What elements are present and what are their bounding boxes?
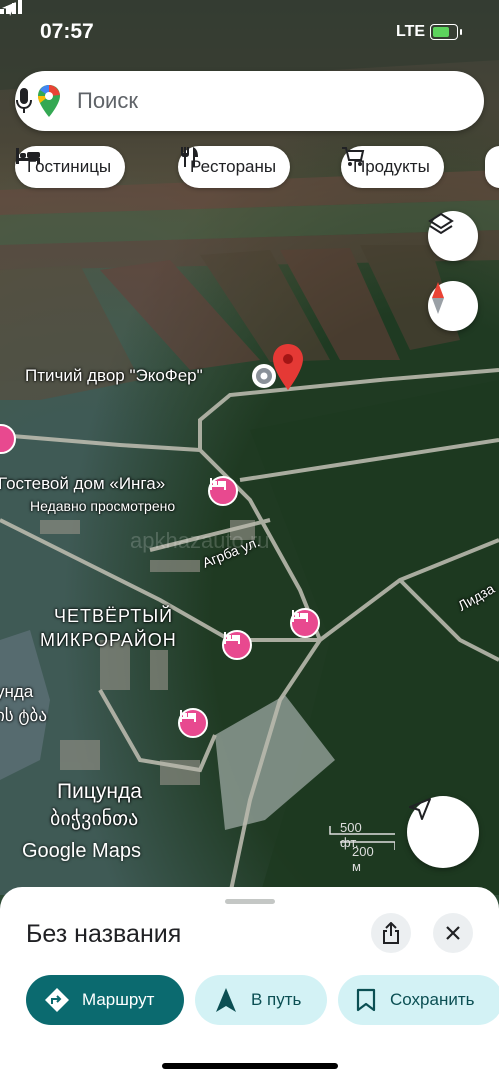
search-bar[interactable]: Поиск (15, 71, 484, 131)
bed-icon (292, 610, 308, 622)
hotel-marker[interactable] (290, 608, 320, 638)
selected-pin-icon (273, 344, 303, 390)
signal-icon (0, 0, 22, 14)
my-location-button[interactable] (407, 796, 479, 868)
battery-icon (430, 24, 462, 40)
search-input[interactable]: Поиск (77, 88, 138, 114)
scale-meters: 200 м (352, 844, 374, 874)
guest-house-label[interactable]: Гостевой дом «Инга» (0, 474, 165, 494)
satellite-map[interactable]: 07:57 LTE Поиск Гостиницы Рестораны Прод… (0, 0, 499, 895)
network-label: LTE (396, 23, 426, 40)
directions-label: Маршрут (82, 990, 155, 1009)
home-indicator[interactable] (162, 1063, 338, 1069)
place-title: Без названия (26, 920, 182, 948)
layers-button[interactable] (428, 211, 478, 261)
microphone-icon[interactable] (15, 87, 33, 115)
town-label-georgian: ბიჭვინთა (50, 808, 139, 830)
close-icon (446, 926, 460, 940)
directions-button[interactable]: Маршрут (26, 975, 184, 1025)
status-bar: 07:57 LTE (0, 0, 499, 60)
location-arrow-icon (409, 798, 431, 820)
save-button[interactable]: Сохранить (338, 975, 499, 1025)
place-label-cropped: унда (0, 682, 34, 701)
district-label: ЧЕТВЁРТЫЙ (54, 606, 174, 626)
chip-restaurants-label: Рестораны (190, 157, 277, 176)
chip-more[interactable] (485, 146, 499, 188)
start-label: В путь (251, 990, 302, 1009)
chip-restaurants[interactable]: Рестораны (178, 146, 291, 188)
navigation-arrow-icon (216, 988, 236, 1012)
guest-house-sublabel: Недавно просмотрено (30, 498, 176, 514)
watermark: apkhazauto.ru (130, 528, 270, 553)
hotel-marker[interactable] (222, 630, 252, 660)
place-label-cropped: ის ტბა (0, 706, 47, 725)
bed-icon (180, 710, 196, 722)
share-icon (383, 922, 399, 944)
bed-icon (210, 478, 226, 490)
hotel-marker[interactable] (208, 476, 238, 506)
cart-icon (342, 147, 365, 166)
status-time: 07:57 (40, 20, 94, 43)
google-maps-pin-icon (38, 85, 60, 117)
close-button[interactable] (433, 913, 473, 953)
town-label: Пицунда (57, 780, 142, 803)
map-layer (0, 0, 499, 895)
save-label: Сохранить (390, 990, 475, 1009)
hotel-marker[interactable] (178, 708, 208, 738)
layers-icon (428, 212, 454, 235)
compass-icon (432, 282, 444, 314)
compass-button[interactable] (428, 281, 478, 331)
google-maps-attribution: Google Maps (22, 840, 141, 862)
chip-groceries[interactable]: Продукты (341, 146, 444, 188)
bed-icon (224, 632, 240, 644)
fork-knife-icon (181, 147, 198, 167)
district-label: МИКРОРАЙОН (40, 630, 177, 650)
bottom-sheet[interactable]: Без названия Маршрут В путь Сохранить (0, 887, 499, 1080)
directions-icon (45, 988, 69, 1012)
share-button[interactable] (371, 913, 411, 953)
bed-icon (16, 148, 40, 164)
bookmark-icon (356, 988, 376, 1012)
drag-handle[interactable] (225, 899, 275, 904)
chip-hotels[interactable]: Гостиницы (15, 146, 126, 188)
start-button[interactable]: В путь (195, 975, 327, 1025)
place-label[interactable]: Птичий двор "ЭкоФер" (25, 366, 203, 386)
